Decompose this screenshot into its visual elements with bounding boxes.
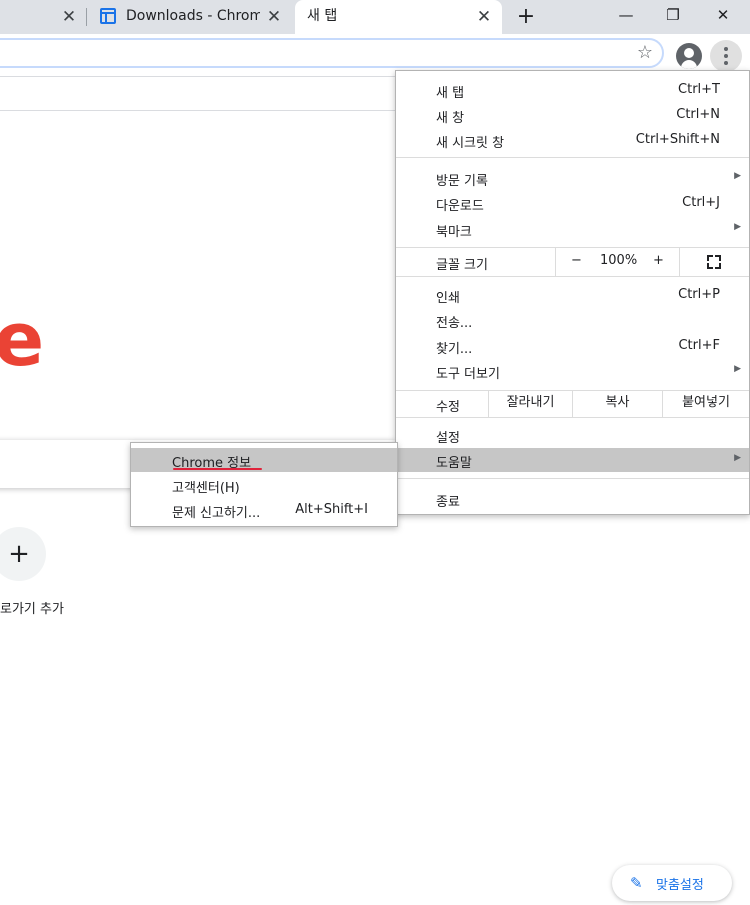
chrome-menu: 새 탭 Ctrl+T 새 창 Ctrl+N 새 시크릿 창 Ctrl+Shift… bbox=[395, 70, 750, 515]
address-bar[interactable] bbox=[0, 38, 664, 68]
menu-label: 고객센터(H) bbox=[172, 481, 240, 496]
tab-strip: ✕ Downloads - ChromeDrive ✕ 새 탭 ✕ + — ❐ … bbox=[0, 0, 750, 34]
submenu-arrow-icon: ▶ bbox=[734, 453, 741, 463]
menu-item-help-center[interactable]: 고객센터(H) bbox=[131, 473, 397, 497]
menu-item-new-window[interactable]: 새 창 Ctrl+N bbox=[396, 103, 749, 127]
menu-item-print[interactable]: 인쇄 Ctrl+P bbox=[396, 283, 749, 307]
close-tab-icon[interactable]: ✕ bbox=[58, 6, 80, 28]
menu-label: 새 창 bbox=[436, 111, 465, 126]
profile-avatar-icon[interactable] bbox=[676, 43, 702, 69]
tab-title: 새 탭 bbox=[307, 8, 338, 24]
close-tab-icon[interactable]: ✕ bbox=[263, 6, 285, 28]
google-logo-fragment: e bbox=[0, 297, 45, 383]
menu-label: 종료 bbox=[436, 495, 460, 510]
customize-button[interactable]: ✎ 맞춤설정 bbox=[612, 865, 732, 901]
edit-row: 수정 잘라내기 복사 붙여넣기 bbox=[396, 391, 749, 417]
menu-label: 찾기... bbox=[436, 342, 473, 357]
tab-new-tab[interactable]: 새 탭 ✕ bbox=[295, 0, 502, 34]
maximize-button[interactable]: ❐ bbox=[650, 0, 696, 30]
menu-item-report-issue[interactable]: 문제 신고하기... Alt+Shift+I bbox=[131, 498, 397, 522]
menu-label: 인쇄 bbox=[436, 291, 460, 306]
submenu-arrow-icon: ▶ bbox=[734, 364, 741, 374]
menu-item-find[interactable]: 찾기... Ctrl+F bbox=[396, 334, 749, 358]
menu-item-cast[interactable]: 전송... bbox=[396, 308, 749, 332]
fullscreen-button[interactable] bbox=[679, 248, 749, 276]
zoom-label: 글꼴 크기 bbox=[436, 258, 488, 273]
menu-label: 다운로드 bbox=[436, 199, 484, 214]
menu-shortcut: Ctrl+J bbox=[682, 195, 720, 210]
menu-label: 새 탭 bbox=[436, 86, 465, 101]
paste-button[interactable]: 붙여넣기 bbox=[662, 391, 749, 417]
tab-separator bbox=[86, 8, 87, 26]
menu-item-about-chrome[interactable]: Chrome 정보 bbox=[131, 448, 397, 472]
zoom-row: 글꼴 크기 − 100% + bbox=[396, 248, 749, 276]
fullscreen-icon bbox=[707, 255, 721, 269]
menu-separator bbox=[396, 276, 749, 277]
document-icon bbox=[100, 8, 116, 24]
menu-item-exit[interactable]: 종료 bbox=[396, 487, 749, 511]
menu-item-history[interactable]: 방문 기록 ▶ bbox=[396, 166, 749, 190]
menu-label: 문제 신고하기... bbox=[172, 506, 261, 521]
menu-item-downloads[interactable]: 다운로드 Ctrl+J bbox=[396, 191, 749, 215]
menu-label: 도움말 bbox=[436, 456, 472, 471]
customize-label: 맞춤설정 bbox=[656, 878, 704, 893]
menu-shortcut: Ctrl+F bbox=[678, 338, 720, 353]
add-shortcut-label: 로가기 추가 bbox=[0, 602, 64, 617]
menu-item-new-tab[interactable]: 새 탭 Ctrl+T bbox=[396, 78, 749, 102]
zoom-in-button[interactable]: + bbox=[653, 248, 664, 274]
menu-kebab-icon[interactable] bbox=[710, 40, 742, 72]
menu-separator bbox=[396, 157, 749, 158]
add-shortcut-button[interactable]: + bbox=[0, 527, 46, 581]
edit-label: 수정 bbox=[436, 400, 460, 415]
zoom-control: − 100% + bbox=[555, 248, 679, 276]
tab-title: Downloads - ChromeDrive bbox=[126, 8, 260, 24]
menu-item-bookmarks[interactable]: 북마크 ▶ bbox=[396, 217, 749, 241]
menu-separator bbox=[396, 478, 749, 479]
new-tab-button[interactable]: + bbox=[513, 4, 539, 30]
page-frame bbox=[0, 70, 396, 441]
close-window-button[interactable]: ✕ bbox=[700, 0, 746, 30]
menu-item-help[interactable]: 도움말 ▶ bbox=[396, 448, 749, 472]
divider bbox=[0, 110, 395, 111]
menu-label: 전송... bbox=[436, 316, 473, 331]
menu-shortcut: Ctrl+T bbox=[678, 82, 720, 97]
menu-label: 도구 더보기 bbox=[436, 367, 500, 382]
tab-downloads[interactable]: Downloads - ChromeDrive ✕ bbox=[90, 0, 295, 34]
help-submenu: Chrome 정보 고객센터(H) 문제 신고하기... Alt+Shift+I bbox=[130, 442, 398, 527]
pencil-icon: ✎ bbox=[630, 874, 643, 892]
menu-label: 새 시크릿 창 bbox=[436, 136, 505, 151]
zoom-out-button[interactable]: − bbox=[571, 248, 582, 274]
menu-label: 방문 기록 bbox=[436, 174, 488, 189]
menu-item-settings[interactable]: 설정 bbox=[396, 423, 749, 447]
zoom-value: 100% bbox=[600, 253, 638, 268]
submenu-arrow-icon: ▶ bbox=[734, 171, 741, 181]
cut-button[interactable]: 잘라내기 bbox=[488, 391, 572, 417]
menu-shortcut: Ctrl+N bbox=[676, 107, 720, 122]
menu-item-more-tools[interactable]: 도구 더보기 ▶ bbox=[396, 359, 749, 383]
menu-shortcut: Ctrl+P bbox=[678, 287, 720, 302]
minimize-button[interactable]: — bbox=[603, 0, 649, 30]
menu-label: 설정 bbox=[436, 431, 460, 446]
menu-shortcut: Alt+Shift+I bbox=[295, 502, 368, 517]
close-tab-icon[interactable]: ✕ bbox=[473, 6, 495, 28]
menu-shortcut: Ctrl+Shift+N bbox=[635, 132, 720, 147]
copy-button[interactable]: 복사 bbox=[572, 391, 662, 417]
bookmark-star-icon[interactable]: ☆ bbox=[635, 43, 655, 63]
menu-label: 북마크 bbox=[436, 225, 472, 240]
tab-previous[interactable]: ✕ bbox=[52, 0, 86, 34]
submenu-arrow-icon: ▶ bbox=[734, 222, 741, 232]
menu-separator bbox=[396, 417, 749, 418]
annotation-underline bbox=[173, 468, 262, 470]
menu-item-incognito[interactable]: 새 시크릿 창 Ctrl+Shift+N bbox=[396, 128, 749, 152]
